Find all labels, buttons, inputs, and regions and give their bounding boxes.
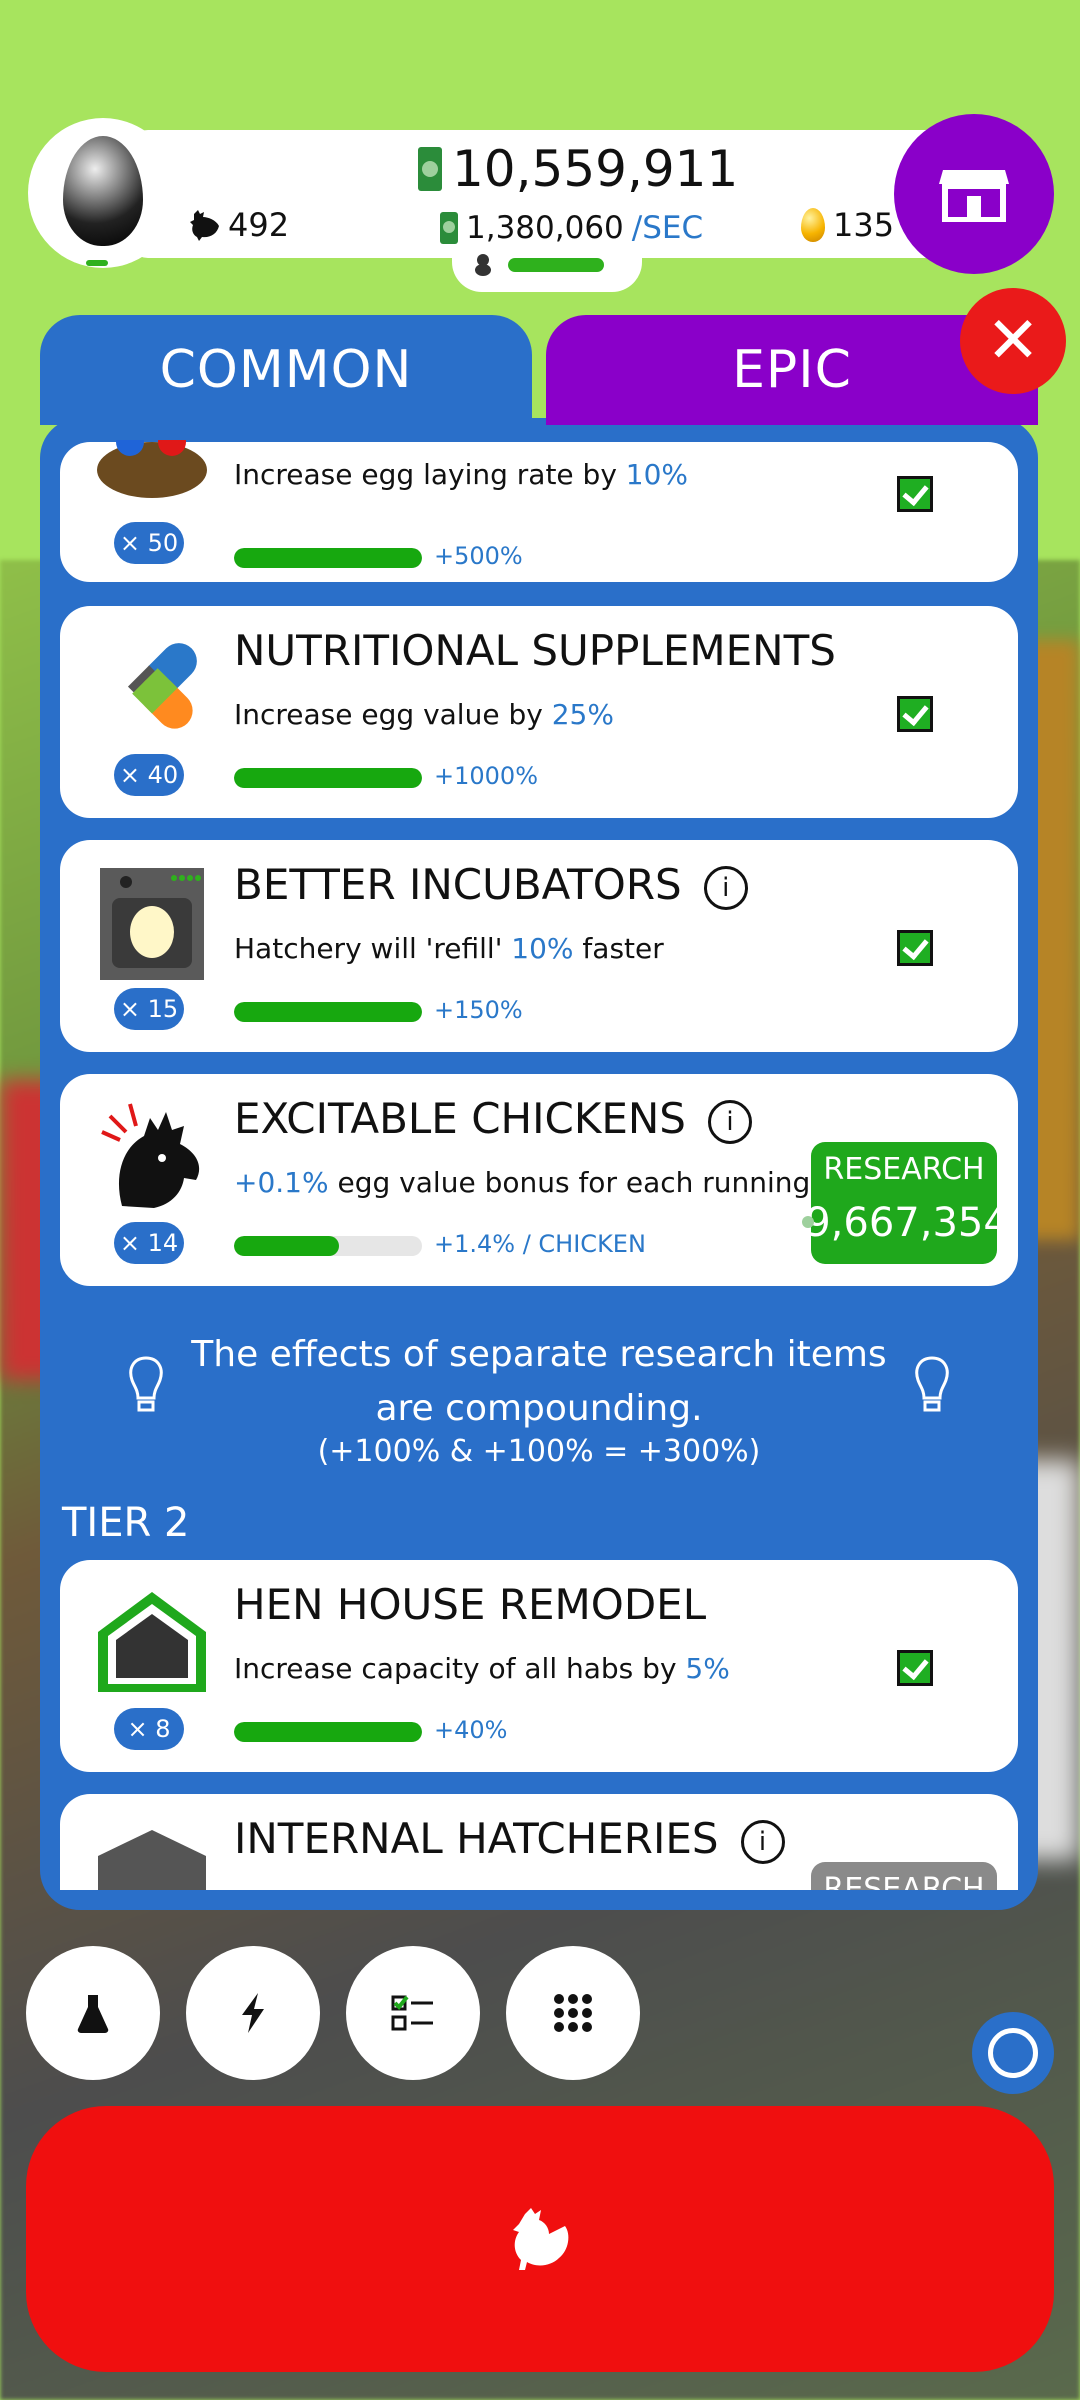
research-title: HEN HOUSE REMODEL xyxy=(234,1580,707,1629)
info-icon[interactable]: i xyxy=(703,865,748,910)
research-count: × 14 xyxy=(114,1222,184,1264)
camera-toggle-button[interactable] xyxy=(972,2012,1054,2094)
research-progress xyxy=(234,1236,422,1256)
research-button-locked[interactable]: RESEARCH xyxy=(811,1862,997,1890)
hatch-chicken-button[interactable] xyxy=(26,2106,1054,2372)
research-progress-label: +40% xyxy=(434,1716,508,1744)
rate-value: 1,380,060 xyxy=(466,210,624,246)
research-description: Increase capacity of all habs by 5% xyxy=(234,1652,730,1685)
hab-progress-tab xyxy=(452,246,642,292)
main-menu-button[interactable] xyxy=(506,1946,640,2080)
lightbulb-icon xyxy=(915,1356,949,1412)
compounding-note: The effects of separate research items a… xyxy=(60,1318,1018,1478)
money-display: 10,559,911 xyxy=(418,140,738,198)
research-progress xyxy=(234,548,422,568)
golden-egg-icon xyxy=(801,208,825,242)
research-progress xyxy=(234,768,422,788)
chicken-count-value: 492 xyxy=(228,206,290,244)
research-count: × 15 xyxy=(114,988,184,1030)
research-item: × 15 BETTER INCUBATORS i Hatchery will 'r… xyxy=(60,840,1018,1052)
research-list[interactable]: × 50 Increase egg laying rate by 10% +50… xyxy=(60,440,1018,1890)
chick-icon xyxy=(472,252,494,282)
research-description: Hatchery will 'refill' 10% faster xyxy=(234,932,664,965)
hen-house-icon xyxy=(98,1592,206,1692)
research-item: × 50 Increase egg laying rate by 10% +50… xyxy=(60,440,1018,582)
research-progress-label: +150% xyxy=(434,996,523,1024)
research-button-label: RESEARCH xyxy=(823,1872,985,1890)
earning-rate: 1,380,060/SEC xyxy=(440,210,703,246)
research-cost: 9,667,354 xyxy=(802,1200,1009,1246)
lightning-icon xyxy=(242,1993,264,2033)
tab-common[interactable]: COMMON xyxy=(40,315,532,425)
research-menu-button[interactable] xyxy=(26,1946,160,2080)
research-count: × 40 xyxy=(114,754,184,796)
egg-progress xyxy=(86,260,108,266)
info-icon[interactable]: i xyxy=(740,1819,785,1864)
research-progress xyxy=(234,1722,422,1742)
checklist-icon xyxy=(391,1995,433,2031)
flask-icon xyxy=(77,1995,109,2033)
golden-eggs-value: 135 xyxy=(833,206,895,244)
info-icon[interactable]: i xyxy=(707,1099,752,1144)
shop-button[interactable] xyxy=(894,114,1054,274)
note-text: The effects of separate research items a… xyxy=(191,1334,887,1429)
chicken-icon xyxy=(513,2208,569,2270)
research-button-label: RESEARCH xyxy=(823,1152,985,1187)
research-progress-label: +1.4% / CHICKEN xyxy=(434,1230,646,1258)
research-count: × 50 xyxy=(114,522,184,564)
missions-button[interactable] xyxy=(346,1946,480,2080)
research-description: Increase egg laying rate by 10% xyxy=(234,458,689,491)
boost-button[interactable] xyxy=(186,1946,320,2080)
cash-icon xyxy=(418,147,442,191)
hatchery-icon xyxy=(98,1830,206,1890)
close-icon: ✕ xyxy=(986,304,1040,378)
research-item: INTERNAL HATCHERIES i RESEARCH xyxy=(60,1794,1018,1890)
research-cost-value: 9,667,354 xyxy=(805,1200,1009,1246)
pill-icon xyxy=(127,643,197,729)
hab-progress-bar xyxy=(508,258,604,272)
research-description: Increase egg value by 25% xyxy=(234,698,614,731)
chicken-icon xyxy=(190,210,219,241)
cash-icon xyxy=(440,212,458,244)
top-header: 10,559,911 1,380,060/SEC 492 135 xyxy=(28,118,1028,292)
note-example: (+100% & +100% = +300%) xyxy=(317,1434,761,1469)
research-button[interactable]: RESEARCH 9,667,354 xyxy=(802,1142,1009,1264)
egg-type-button[interactable] xyxy=(28,118,178,268)
golden-eggs[interactable]: 135 xyxy=(801,206,894,244)
complete-check-icon xyxy=(897,696,933,732)
research-item: × 14 EXCITABLE CHICKENS i +0.1% egg value… xyxy=(60,1074,1018,1286)
tab-common-label: COMMON xyxy=(159,340,413,400)
tier-label: TIER 2 xyxy=(62,1500,190,1546)
complete-check-icon xyxy=(897,1650,933,1686)
egg-icon xyxy=(63,136,143,246)
money-value: 10,559,911 xyxy=(452,140,739,198)
research-item: × 40 NUTRITIONAL SUPPLEMENTS Increase eg… xyxy=(60,606,1018,818)
research-title: INTERNAL HATCHERIES i xyxy=(234,1814,785,1864)
complete-check-icon xyxy=(897,930,933,966)
ring-icon xyxy=(988,2028,1038,2078)
shop-icon xyxy=(939,170,1009,222)
rate-unit: /SEC xyxy=(631,210,704,246)
grid-icon xyxy=(554,1994,592,2032)
research-progress xyxy=(234,1002,422,1022)
complete-check-icon xyxy=(897,476,933,512)
close-button[interactable]: ✕ xyxy=(960,288,1066,394)
research-item: × 8 HEN HOUSE REMODEL Increase capacity … xyxy=(60,1560,1018,1772)
research-progress-label: +1000% xyxy=(434,762,538,790)
research-title: BETTER INCUBATORS i xyxy=(234,860,748,910)
research-title: EXCITABLE CHICKENS i xyxy=(234,1094,752,1144)
incubator-icon xyxy=(100,868,204,980)
tab-epic-label: EPIC xyxy=(732,340,852,400)
excited-chicken-icon xyxy=(101,1103,200,1208)
research-count: × 8 xyxy=(114,1708,184,1750)
research-progress-label: +500% xyxy=(434,542,523,570)
research-title: NUTRITIONAL SUPPLEMENTS xyxy=(234,626,836,675)
chicken-count: 492 xyxy=(188,206,289,244)
